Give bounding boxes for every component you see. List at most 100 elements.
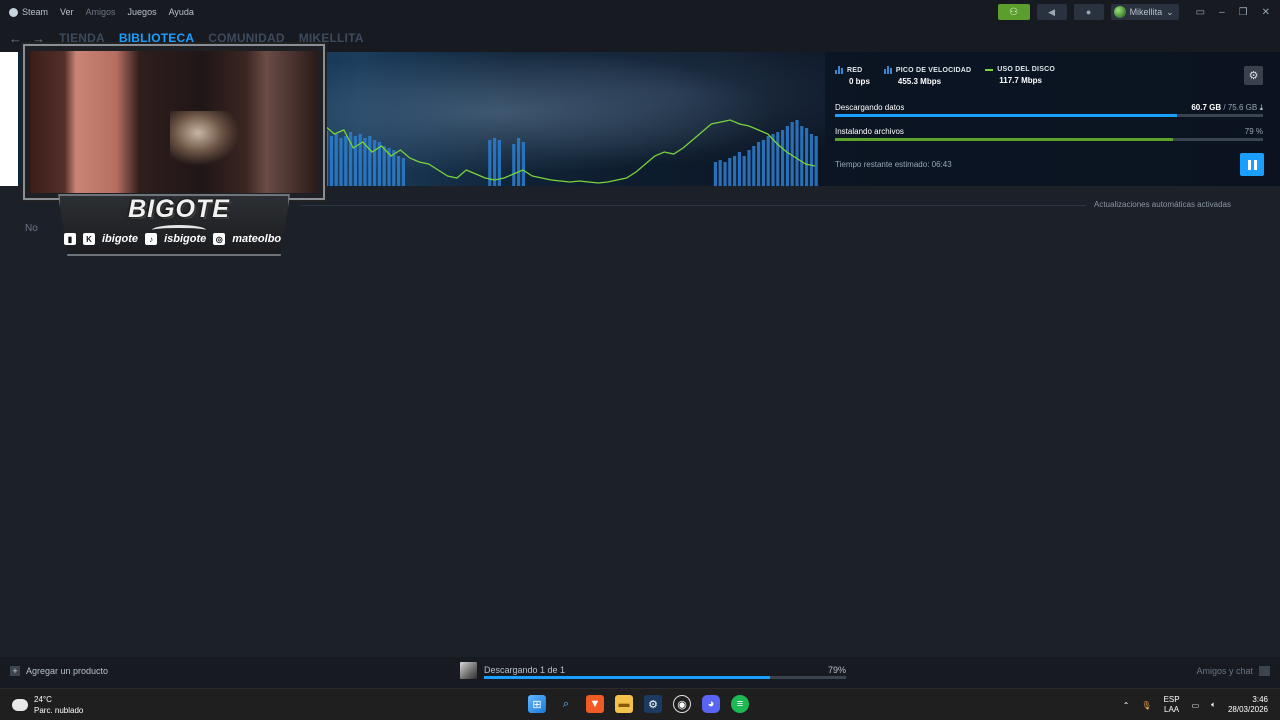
steam-logo-icon: [9, 7, 18, 17]
microphone-icon[interactable]: 🎙︎: [1141, 701, 1151, 710]
spotify-icon[interactable]: ≡: [731, 695, 749, 713]
download-arrow-icon: ⤓: [1259, 103, 1263, 112]
stat-disk-label: USO DEL DISCO: [997, 66, 1055, 73]
graph-bar: [795, 120, 799, 186]
clock-date: 28/03/2026: [1227, 705, 1268, 714]
discord-icon[interactable]: ◕: [702, 695, 720, 713]
graph-bar: [368, 136, 372, 186]
graph-bar: [805, 128, 809, 186]
add-product-label: Agregar un producto: [26, 666, 109, 676]
menu-ver[interactable]: Ver: [60, 7, 74, 17]
bottom-progress-fill: [484, 676, 770, 679]
notifications-button[interactable]: ●: [1073, 4, 1104, 20]
friends-chat-label: Amigos y chat: [1196, 666, 1253, 676]
clock[interactable]: 3:46 28/03/2026: [1228, 695, 1268, 715]
size-separator: /: [1223, 103, 1226, 112]
weather-widget[interactable]: 24°C Parc. nublado: [9, 694, 84, 716]
graph-bar: [521, 142, 525, 186]
tiktok-icon: ♪: [145, 233, 158, 245]
graph-bar: [517, 138, 521, 186]
graph-bar: [761, 140, 765, 186]
weather-temp: 24°C: [34, 695, 52, 704]
social-handle-1: ibigote: [102, 233, 139, 245]
graph-bar: [785, 126, 789, 186]
menu-bar: Steam Ver Amigos Juegos Ayuda: [0, 7, 194, 17]
friends-activity-button[interactable]: ⚇: [997, 4, 1030, 20]
menu-juegos[interactable]: Juegos: [128, 7, 157, 17]
add-product-button[interactable]: + Agregar un producto: [10, 666, 108, 676]
webcam-overlay: BIGOTE ▮ K ibigote ♪ isbigote ◎ mateolbo: [14, 40, 328, 258]
install-label: Instalando archivos: [835, 127, 904, 136]
system-tray: ⌃ 🎙︎ ESP LAA ▭ 🔈︎ 3:46 28/03/2026: [1123, 695, 1268, 715]
clock-time: 3:46: [1252, 695, 1268, 704]
downloaded-size: 60.7 GB: [1191, 103, 1222, 112]
graph-bar: [742, 156, 746, 186]
user-menu[interactable]: Mikellita ⌄: [1110, 4, 1179, 20]
menu-ayuda[interactable]: Ayuda: [169, 7, 194, 17]
stat-network-value: 0 bps: [849, 77, 870, 86]
twitch-icon: ▮: [64, 233, 76, 245]
graph-bar: [747, 150, 751, 186]
bars-icon: [883, 66, 892, 74]
download-progress-track: [835, 114, 1263, 117]
install-percent: 79 %: [1244, 127, 1263, 136]
download-settings-button[interactable]: ⚙: [1244, 66, 1263, 85]
volume-icon[interactable]: 🔈︎: [1211, 700, 1216, 710]
instagram-icon: ◎: [213, 233, 226, 245]
taskbar: 24°C Parc. nublado ⊞ ⌕ ▼ ▬ ⚙ ◉ ◕ ≡ ⌃ 🎙︎ …: [0, 688, 1280, 720]
graph-bar: [382, 146, 386, 186]
plus-icon: +: [10, 666, 20, 676]
install-progress-fill: [835, 138, 1174, 141]
download-status[interactable]: Descargando 1 de 1: [484, 665, 565, 675]
window-controls: ▭ – ❐ ✕: [1196, 7, 1270, 18]
announcements-button[interactable]: ◀: [1036, 4, 1067, 20]
search-icon[interactable]: ⌕: [557, 695, 575, 713]
graph-bar: [493, 138, 497, 186]
graph-bar: [339, 138, 343, 186]
chevron-up-icon[interactable]: ⌃: [1123, 701, 1130, 710]
graph-bar: [723, 162, 727, 186]
graph-bar: [353, 136, 357, 186]
graph-bar: [800, 126, 804, 186]
close-icon[interactable]: ✕: [1262, 7, 1270, 18]
social-handle-3: mateolbo: [232, 233, 282, 245]
stat-peak: PICO DE VELOCIDAD 455.3 Mbps: [883, 66, 971, 86]
language-indicator[interactable]: ESP LAA: [1164, 695, 1180, 715]
windows-start-icon[interactable]: ⊞: [528, 695, 546, 713]
avatar: [1113, 6, 1126, 18]
steam-icon[interactable]: ⚙: [644, 695, 662, 713]
brave-browser-icon[interactable]: ▼: [586, 695, 604, 713]
network-icon[interactable]: ▭: [1192, 701, 1200, 710]
total-size: 75.6 GB: [1227, 103, 1258, 112]
menu-amigos[interactable]: Amigos: [86, 7, 116, 17]
people-icon: ⚇: [1009, 6, 1019, 18]
stat-peak-value: 455.3 Mbps: [897, 77, 942, 86]
download-progress-fill: [835, 114, 1178, 117]
graph-bar: [713, 162, 717, 186]
graph-bar: [733, 156, 737, 186]
graph-bar: [334, 134, 338, 186]
weather-desc: Parc. nublado: [34, 706, 84, 715]
big-picture-icon[interactable]: ▭: [1196, 7, 1205, 18]
pause-icon: [1253, 159, 1257, 170]
obs-icon[interactable]: ◉: [673, 695, 691, 713]
friends-chat-button[interactable]: Amigos y chat: [1196, 666, 1270, 676]
stat-network-label: RED: [847, 66, 863, 74]
download-graph: [325, 119, 818, 186]
taskbar-apps: ⊞ ⌕ ▼ ▬ ⚙ ◉ ◕ ≡: [528, 695, 749, 713]
webcam-feed: [25, 46, 323, 198]
graph-bar: [401, 158, 405, 186]
stat-peak-label-row: PICO DE VELOCIDAD: [883, 66, 971, 74]
pause-button[interactable]: [1240, 153, 1264, 176]
game-thumbnail[interactable]: [460, 662, 477, 679]
file-explorer-icon[interactable]: ▬: [615, 695, 633, 713]
bottom-progress-track: [484, 676, 846, 679]
graph-bar: [757, 142, 761, 186]
graph-bar: [358, 134, 362, 186]
lang-bottom: LAA: [1164, 705, 1180, 714]
title-bar: Steam Ver Amigos Juegos Ayuda ⚇ ◀ ● Mike…: [0, 0, 1280, 24]
menu-steam[interactable]: Steam: [9, 7, 48, 17]
minimize-icon[interactable]: –: [1219, 7, 1225, 18]
maximize-icon[interactable]: ❐: [1239, 7, 1248, 18]
kick-icon: K: [83, 233, 95, 245]
